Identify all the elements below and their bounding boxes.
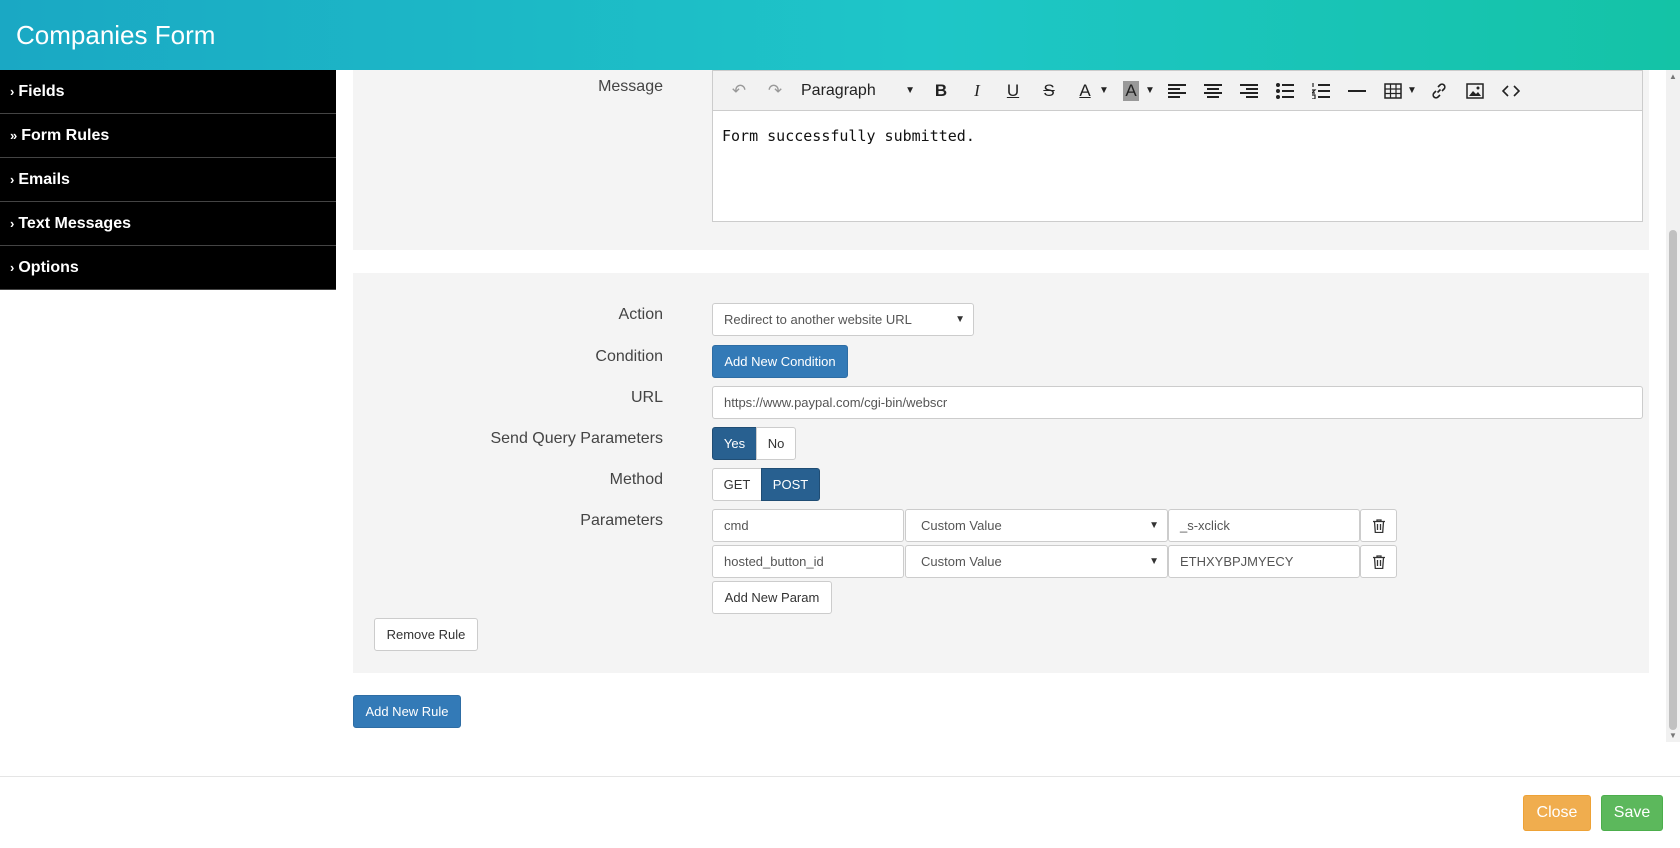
format-select-value: Paragraph (801, 81, 876, 99)
message-label: Message (598, 78, 663, 95)
caret-down-icon[interactable]: ▼ (1403, 76, 1421, 106)
remove-rule-button[interactable]: Remove Rule (374, 618, 478, 651)
strikethrough-icon[interactable]: S (1031, 76, 1067, 106)
sidebar-item-label: Text Messages (18, 214, 131, 232)
url-label: URL (630, 389, 663, 406)
sidebar-item-form-rules[interactable]: » Form Rules (0, 114, 336, 158)
yes-button[interactable]: Yes (712, 427, 757, 460)
param-type-select[interactable]: Custom Value ▼ (905, 509, 1168, 542)
page-title: Companies Form (16, 20, 216, 50)
paragraph-format-select[interactable]: Paragraph ▼ (793, 76, 923, 106)
align-left-icon[interactable] (1159, 76, 1195, 106)
param-name-input[interactable]: cmd (712, 509, 904, 542)
underline-icon[interactable]: U (995, 76, 1031, 106)
param-name-input[interactable]: hosted_button_id (712, 545, 904, 578)
parameters-label: Parameters (580, 512, 663, 529)
condition-label: Condition (595, 348, 663, 365)
get-button[interactable]: GET (712, 468, 762, 501)
bullet-list-icon[interactable] (1267, 76, 1303, 106)
align-center-icon[interactable] (1195, 76, 1231, 106)
app-header: Companies Form (0, 0, 1680, 70)
sidebar-item-emails[interactable]: › Emails (0, 158, 336, 202)
add-condition-button[interactable]: Add New Condition (712, 345, 848, 378)
close-button[interactable]: Close (1523, 795, 1591, 831)
param-type-value: Custom Value (921, 518, 1002, 533)
caret-down-icon: ▼ (1149, 520, 1159, 531)
sidebar-item-label: Emails (18, 170, 70, 188)
source-code-icon[interactable] (1493, 76, 1529, 106)
chevron-right-icon: › (10, 216, 15, 231)
sidebar: › Fields » Form Rules › Emails › Text Me… (0, 70, 336, 290)
delete-param-button[interactable] (1360, 545, 1397, 578)
caret-down-icon[interactable]: ▼ (1095, 76, 1113, 106)
footer-bar: Close Save (0, 776, 1680, 848)
save-button[interactable]: Save (1601, 795, 1663, 831)
image-icon[interactable] (1457, 76, 1493, 106)
param-value-input[interactable]: _s-xclick (1168, 509, 1360, 542)
undo-icon[interactable]: ↶ (721, 76, 757, 106)
delete-param-button[interactable] (1360, 509, 1397, 542)
chevron-right-icon: › (10, 172, 15, 187)
sidebar-item-label: Options (18, 258, 79, 276)
caret-down-icon: ▼ (905, 85, 915, 96)
align-right-icon[interactable] (1231, 76, 1267, 106)
param-type-select[interactable]: Custom Value ▼ (905, 545, 1168, 578)
add-rule-button[interactable]: Add New Rule (353, 695, 461, 728)
scrollbar-thumb[interactable] (1669, 230, 1677, 730)
editor-toolbar: ↶ ↷ Paragraph ▼ B I U S A ▼ A ▼ ▼ (713, 71, 1642, 111)
message-panel: Message ↶ ↷ Paragraph ▼ B I U S A ▼ A ▼ (353, 70, 1649, 250)
horizontal-line-icon[interactable] (1339, 76, 1375, 106)
caret-down-icon: ▼ (955, 314, 965, 325)
sidebar-item-fields[interactable]: › Fields (0, 70, 336, 114)
trash-icon (1372, 518, 1385, 533)
vertical-scrollbar[interactable]: ▲ ▼ (1666, 70, 1680, 742)
add-param-button[interactable]: Add New Param (712, 581, 832, 614)
no-button[interactable]: No (756, 427, 796, 460)
italic-icon[interactable]: I (959, 76, 995, 106)
rich-text-editor: ↶ ↷ Paragraph ▼ B I U S A ▼ A ▼ ▼ Form s… (712, 70, 1643, 222)
trash-icon (1372, 554, 1385, 569)
action-label: Action (618, 306, 663, 323)
action-select[interactable]: Redirect to another website URL ▼ (712, 303, 974, 336)
method-label: Method (609, 471, 663, 488)
sidebar-item-options[interactable]: › Options (0, 246, 336, 290)
rule-panel: Action Redirect to another website URL ▼… (353, 273, 1649, 673)
redo-icon[interactable]: ↷ (757, 76, 793, 106)
post-button[interactable]: POST (761, 468, 820, 501)
scroll-up-icon[interactable]: ▲ (1666, 72, 1680, 81)
editor-content[interactable]: Form successfully submitted. (713, 111, 1642, 161)
chevron-right-icon: › (10, 84, 15, 99)
sidebar-item-text-messages[interactable]: › Text Messages (0, 202, 336, 246)
sidebar-item-label: Form Rules (21, 126, 110, 144)
double-chevron-right-icon: » (10, 128, 18, 143)
param-type-value: Custom Value (921, 554, 1002, 569)
bold-icon[interactable]: B (923, 76, 959, 106)
caret-down-icon: ▼ (1149, 556, 1159, 567)
action-select-value: Redirect to another website URL (724, 312, 912, 327)
numbered-list-icon[interactable] (1303, 76, 1339, 106)
url-input[interactable]: https://www.paypal.com/cgi-bin/webscr (712, 386, 1643, 419)
send-query-label: Send Query Parameters (490, 430, 663, 447)
sidebar-item-label: Fields (18, 82, 65, 100)
link-icon[interactable] (1421, 76, 1457, 106)
param-value-input[interactable]: ETHXYBPJMYECY (1168, 545, 1360, 578)
main-content: Message ↶ ↷ Paragraph ▼ B I U S A ▼ A ▼ (336, 70, 1666, 742)
scroll-down-icon[interactable]: ▼ (1666, 731, 1680, 740)
chevron-right-icon: › (10, 260, 15, 275)
caret-down-icon[interactable]: ▼ (1141, 76, 1159, 106)
